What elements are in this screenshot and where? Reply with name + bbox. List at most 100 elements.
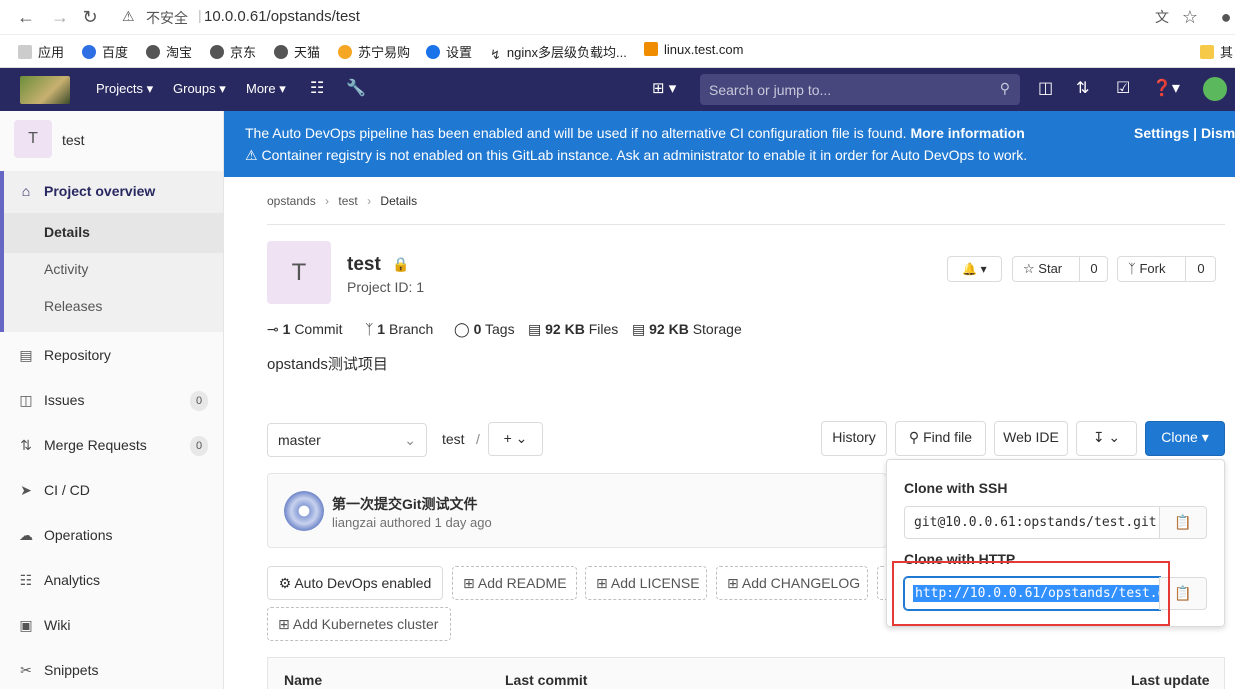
browser-address-bar: ← → ↻ ⚠ 不安全 | 10.0.0.61/opstands/test 文 … — [0, 0, 1235, 35]
home-icon: ⌂ — [21, 183, 31, 199]
back-arrow-icon[interactable]: ← — [14, 6, 38, 28]
globe-icon — [146, 45, 160, 59]
add-license-button[interactable]: ⊞ Add LICENSE — [585, 566, 707, 600]
bookmark-baidu[interactable]: 百度 — [82, 42, 128, 61]
fork-button[interactable]: ᛉ Fork 0 — [1117, 256, 1216, 282]
last-commit-card: 第一次提交Git测试文件 liangzai authored 1 day ago — [267, 473, 887, 548]
sidebar-item-merge-requests[interactable]: ⇅ Merge Requests 0 — [0, 426, 223, 466]
add-readme-button[interactable]: ⊞ Add README — [452, 566, 577, 600]
forward-arrow-icon[interactable]: → — [48, 6, 72, 28]
plus-square-icon: ⊞ — [727, 575, 739, 591]
project-description: opstands测试项目 — [267, 356, 388, 373]
gitlab-logo[interactable] — [20, 76, 70, 104]
author-avatar[interactable] — [284, 491, 324, 531]
history-button[interactable]: History — [821, 421, 887, 456]
col-last-update: Last update — [1131, 672, 1210, 688]
branches-stat[interactable]: ᛉ 1 Branch — [365, 321, 433, 337]
todo-icon[interactable]: ◫ — [1038, 78, 1053, 98]
sidebar-item-operations[interactable]: ☁ Operations — [0, 516, 223, 556]
avatar[interactable] — [1203, 77, 1227, 101]
nav-more[interactable]: More ▾ — [246, 81, 286, 97]
path-root[interactable]: test — [442, 431, 465, 447]
clone-button[interactable]: Clone ▾ — [1145, 421, 1225, 456]
sidebar-project-name[interactable]: test — [62, 132, 85, 148]
find-file-button[interactable]: ⚲ Find file — [895, 421, 986, 456]
warning-icon: ⚠ — [245, 147, 258, 163]
sidebar-item-project-overview[interactable]: ⌂ Project overview — [0, 172, 223, 212]
sidebar-item-snippets[interactable]: ✂ Snippets — [0, 651, 223, 689]
bookmark-folder[interactable]: 其 — [1200, 42, 1233, 61]
bookmark-jd[interactable]: 京东 — [210, 42, 256, 61]
help-icon[interactable]: ❓▾ — [1152, 78, 1180, 98]
add-changelog-button[interactable]: ⊞ Add CHANGELOG — [716, 566, 868, 600]
clone-ssh-input[interactable]: git@10.0.0.61:opstands/test.git — [904, 506, 1160, 539]
nav-groups[interactable]: Groups ▾ — [173, 81, 226, 97]
scissors-icon: ✂ — [20, 662, 32, 678]
merge-request-icon[interactable]: ⇅ — [1076, 78, 1089, 98]
bookmark-linux[interactable]: linux.test.com — [644, 42, 743, 57]
sidebar-item-analytics[interactable]: ☷ Analytics — [0, 561, 223, 601]
copy-ssh-button[interactable]: 📋 — [1159, 506, 1207, 539]
alert-settings-link[interactable]: Settings — [1134, 125, 1189, 141]
bookmark-suning[interactable]: 苏宁易购 — [338, 42, 410, 61]
sidebar-item-activity[interactable]: Activity — [0, 250, 223, 290]
chart-icon[interactable]: ☷ — [310, 78, 324, 98]
sidebar-item-wiki[interactable]: ▣ Wiki — [0, 606, 223, 646]
bell-icon: 🔔 — [962, 262, 978, 276]
baidu-icon — [82, 45, 96, 59]
nav-projects[interactable]: Projects ▾ — [96, 81, 153, 97]
alert-dismiss-link[interactable]: Dismi — [1201, 125, 1235, 141]
commit-meta: liangzai authored 1 day ago — [332, 515, 492, 530]
storage-stat: ▤ 92 KB Storage — [632, 321, 742, 337]
breadcrumb-details: Details — [380, 194, 418, 208]
bookmarks-bar: 应用 百度 淘宝 京东 天猫 苏宁易购 设置 ↯ nginx多层级负载均... l… — [0, 35, 1235, 68]
sidebar-item-ci-cd[interactable]: ➤ CI / CD — [0, 471, 223, 511]
bookmark-nginx[interactable]: ↯ nginx多层级负载均... — [490, 42, 627, 62]
breadcrumb-test[interactable]: test — [338, 194, 357, 208]
reload-icon[interactable]: ↻ — [78, 6, 102, 28]
plus-square-icon[interactable]: ⊞ ▾ — [652, 79, 676, 97]
check-square-icon[interactable]: ☑ — [1116, 78, 1130, 98]
fork-count[interactable]: 0 — [1185, 257, 1216, 281]
commit-title[interactable]: 第一次提交Git测试文件 — [332, 494, 477, 514]
notification-button[interactable]: 🔔 ▾ — [947, 256, 1002, 282]
file-table-header: Name Last commit Last update — [267, 657, 1225, 689]
commits-stat[interactable]: ⊸ 1 Commit — [267, 321, 343, 338]
auto-devops-button[interactable]: ⚙ Auto DevOps enabled — [267, 566, 443, 600]
issues-icon: ◫ — [19, 392, 33, 408]
star-button[interactable]: ☆ Star 0 — [1012, 256, 1108, 282]
sidebar-item-issues[interactable]: ◫ Issues 0 — [0, 381, 223, 421]
gear-icon: ⚙ — [278, 575, 292, 591]
files-stat[interactable]: ▤ 92 KB Files — [528, 321, 618, 338]
breadcrumb-opstands[interactable]: opstands — [267, 194, 316, 208]
bookmark-tmall[interactable]: 天猫 — [274, 42, 320, 61]
star-bookmark-icon[interactable]: ☆ — [1178, 6, 1202, 28]
col-last-commit: Last commit — [505, 672, 588, 688]
bookmark-taobao[interactable]: 淘宝 — [146, 42, 192, 61]
tags-stat[interactable]: ◯ 0 Tags — [454, 321, 515, 338]
sidebar-item-details[interactable]: Details — [4, 213, 223, 253]
add-kubernetes-button[interactable]: ⊞ Add Kubernetes cluster — [267, 607, 451, 641]
download-button[interactable]: ↧ ⌄ — [1076, 421, 1137, 456]
branch-select[interactable]: master ⌄ — [267, 423, 427, 457]
url-field[interactable]: ⚠ 不安全 | 10.0.0.61/opstands/test — [112, 3, 1142, 31]
sidebar-item-releases[interactable]: Releases — [0, 287, 223, 327]
bookmark-settings[interactable]: 设置 — [426, 42, 472, 61]
web-ide-button[interactable]: Web IDE — [994, 421, 1068, 456]
auto-devops-alert: The Auto DevOps pipeline has been enable… — [224, 111, 1235, 177]
plus-square-icon: ⊞ — [278, 616, 290, 632]
star-count[interactable]: 0 — [1079, 257, 1108, 281]
more-information-link[interactable]: More information — [910, 125, 1024, 141]
bookmark-apps[interactable]: 应用 — [18, 42, 64, 61]
add-file-dropdown[interactable]: + ⌄ — [488, 422, 543, 456]
account-icon[interactable]: ● — [1214, 6, 1235, 28]
search-input[interactable]: Search or jump to... ⚲ — [700, 74, 1020, 105]
insecure-label: 不安全 — [146, 10, 188, 26]
sidebar-item-repository[interactable]: ▤ Repository — [0, 336, 223, 376]
folder-icon — [1200, 45, 1214, 59]
nginx-icon: ↯ — [490, 47, 501, 62]
project-avatar[interactable]: T — [14, 120, 52, 158]
chart-icon: ☷ — [19, 572, 33, 588]
translate-icon[interactable]: 文 — [1150, 6, 1174, 28]
wrench-icon[interactable]: 🔧 — [346, 78, 366, 98]
